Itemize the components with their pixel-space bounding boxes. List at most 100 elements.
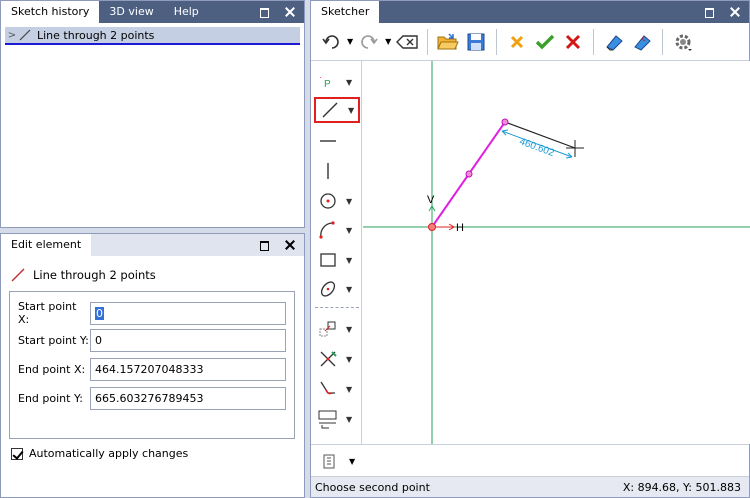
cancel-orange-button[interactable] [505,29,529,55]
tab-edit-element[interactable]: Edit element [1,234,92,256]
coordinates-readout: X: 894.68, Y: 501.883 [622,480,741,494]
eraser-icon [606,34,624,51]
chevron-down-icon[interactable]: ▼ [342,285,352,294]
open-button[interactable] [436,29,460,55]
chevron-down-icon[interactable]: ▼ [342,355,352,364]
vertical-line-button[interactable] [314,158,360,184]
dimension-icon [318,410,337,429]
restore-icon[interactable] [258,6,270,18]
settings-button[interactable] [671,29,695,55]
edit-element-panel: Edit element Line through 2 points Start… [0,233,305,498]
ellipse-icon [320,281,336,297]
chevron-down-icon[interactable]: ▼ [342,415,352,424]
ellipse-tool-button[interactable]: ▼ [314,276,360,302]
cancel-button[interactable] [561,29,585,55]
v-axis-label: V [427,194,435,206]
save-icon [467,33,485,50]
crosshair-cursor [566,140,584,157]
eraser-button[interactable] [602,29,626,55]
rectangle-icon [320,253,336,267]
undo-icon [322,34,339,49]
layers-icon[interactable] [321,453,339,471]
start-y-field[interactable]: 0 [90,329,286,352]
edit-tabbar: Edit element [1,234,304,256]
point-tool-button[interactable]: P · ▼ [314,69,360,95]
close-icon[interactable] [284,6,296,18]
vertical-line-icon [327,163,329,179]
move-icon [319,321,336,337]
sketch-canvas[interactable]: V H 460.602 [363,61,750,444]
restore-icon[interactable] [258,239,270,251]
close-icon[interactable] [284,239,296,251]
auto-apply-checkbox[interactable] [11,447,23,460]
horizontal-line-icon [320,140,336,142]
arc-tool-button[interactable]: ▼ [314,217,360,243]
chevron-down-icon[interactable]: ▼ [349,457,355,466]
svg-text:·: · [319,74,322,82]
sketch-drawing[interactable]: V H 460.602 [363,61,750,444]
end-x-label: End point X: [18,363,86,376]
redo-dropdown-icon[interactable]: ▼ [385,37,391,46]
toolbar-separator [496,28,498,55]
move-tool-button[interactable]: ▼ [314,316,360,342]
chevron-down-icon[interactable]: ▼ [344,106,354,115]
trim-tool-button[interactable]: ▼ [314,346,360,372]
midpoint[interactable] [465,170,473,178]
horizontal-line-button[interactable] [314,128,360,154]
bottom-toolbar: ▼ [311,444,749,478]
gear-icon [675,34,693,51]
dimension-label: 460.602 [518,136,556,159]
end-point[interactable] [501,118,509,126]
end-x-field[interactable]: 464.157207048333 [90,358,286,381]
chevron-down-icon[interactable]: ▼ [342,226,352,235]
status-bar: Choose second point X: 894.68, Y: 501.88… [311,476,749,497]
h-axis-label: H [456,222,464,234]
chevron-down-icon[interactable]: ▼ [342,256,352,265]
start-y-label: Start point Y: [18,334,89,347]
close-red-icon [566,34,581,49]
end-y-field[interactable]: 665.603276789453 [90,387,286,410]
chevron-down-icon[interactable]: ▼ [342,78,352,87]
restore-icon[interactable] [703,6,715,18]
undo-dropdown-icon[interactable]: ▼ [347,37,353,46]
auto-apply-row[interactable]: Automatically apply changes [11,447,188,460]
end-y-row: End point Y: 665.603276789453 [18,387,286,410]
line-icon [19,29,31,41]
fillet-icon [320,381,335,395]
tab-sketch-history[interactable]: Sketch history [1,1,100,23]
start-x-field[interactable]: 0 [90,301,286,325]
line-tool-button[interactable]: ▼ [314,97,360,123]
fillet-tool-button[interactable]: ▼ [314,376,360,402]
eraser-constraint-icon: c [634,34,652,51]
start-x-value: 0 [95,306,104,320]
chevron-down-icon[interactable]: ▼ [342,197,352,206]
circle-tool-button[interactable]: ▼ [314,188,360,214]
tab-sketcher[interactable]: Sketcher [311,1,380,23]
history-item[interactable]: > Line through 2 points [5,27,300,45]
chevron-down-icon[interactable]: ▼ [342,385,352,394]
dimension-tool-button[interactable]: ▼ [314,406,360,432]
undo-button[interactable] [319,29,343,55]
confirm-button[interactable] [533,29,557,55]
status-text: Choose second point [315,480,430,494]
save-button[interactable] [464,29,488,55]
expand-arrow-icon[interactable]: > [5,30,19,41]
sketcher-tabbar: Sketcher [311,1,749,23]
tab-3d-view[interactable]: 3D view [99,1,163,23]
close-icon[interactable] [729,6,741,18]
element-title-label: Line through 2 points [33,268,156,282]
toolbar-separator [315,307,359,308]
svg-text:c: c [642,34,646,43]
delete-back-button[interactable] [395,29,419,55]
origin-point[interactable] [428,223,436,231]
start-y-row: Start point Y: 0 [18,329,286,352]
close-orange-icon [511,35,524,48]
tab-help[interactable]: Help [164,1,209,23]
point-icon: P· [319,74,331,90]
start-x-label: Start point X: [18,300,77,326]
end-x-row: End point X: 464.157207048333 [18,358,286,381]
redo-button[interactable] [357,29,381,55]
rectangle-tool-button[interactable]: ▼ [314,247,360,273]
chevron-down-icon[interactable]: ▼ [342,325,352,334]
eraser-red-button[interactable]: c [630,29,654,55]
